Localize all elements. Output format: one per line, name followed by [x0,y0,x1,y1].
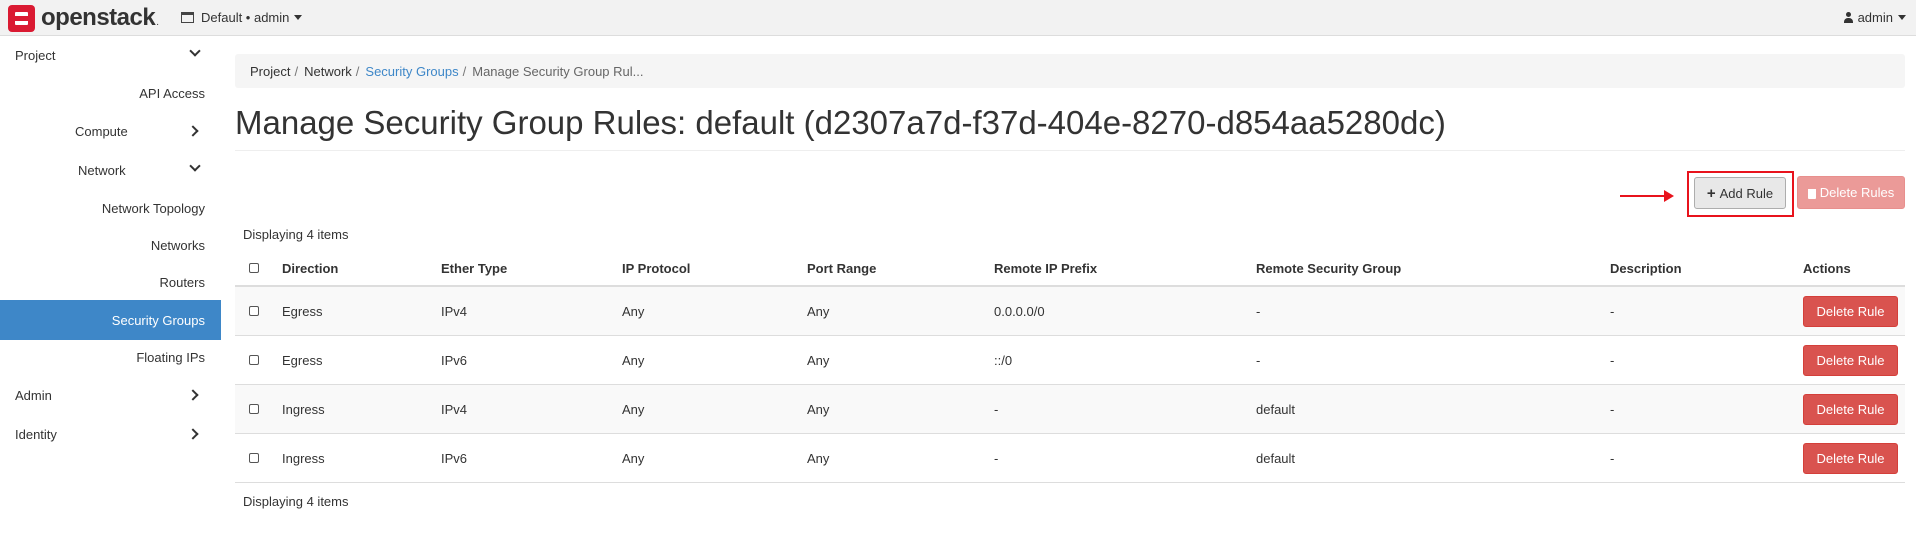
cell-remote-ip-prefix: - [994,450,999,466]
delete-rules-button[interactable]: Delete Rules [1797,176,1905,209]
project-switcher-label: Default • admin [201,10,290,25]
delete-rule-button[interactable]: Delete Rule [1803,393,1898,425]
sidebar: Project API Access Compute Network Netwo… [0,36,221,537]
add-rule-button[interactable]: + Add Rule [1694,177,1786,209]
delete-rule-button[interactable]: Delete Rule [1803,295,1898,327]
header-remote-ip-prefix[interactable]: Remote IP Prefix [994,251,1097,285]
plus-icon: + [1706,184,1716,202]
top-navbar: openstack . Default • admin admin [0,0,1916,36]
cell-ether-type: IPv4 [441,303,468,319]
rules-table: Direction Ether Type IP Protocol Port Ra… [235,251,1905,483]
cell-direction: Egress [282,352,323,368]
page-title: Manage Security Group Rules: default (d2… [235,104,1446,141]
sidebar-item-api-access[interactable]: API Access [0,74,221,112]
header-port-range[interactable]: Port Range [807,251,876,285]
breadcrumb-current: Manage Security Group Rul... [472,63,644,79]
table-row: Egress IPv6 Any Any ::/0 - - Delete Rule [235,336,1905,385]
sidebar-item-admin[interactable]: Admin [0,376,221,414]
user-icon [1843,12,1853,23]
sidebar-item-network-topology[interactable]: Network Topology [0,189,221,227]
breadcrumb-project: Project [250,63,291,79]
table-header: Direction Ether Type IP Protocol Port Ra… [235,251,1905,287]
header-ip-protocol[interactable]: IP Protocol [622,251,690,285]
cell-ip-protocol: Any [622,401,645,417]
cell-direction: Ingress [282,401,325,417]
cell-remote-security-group: default [1256,401,1296,417]
items-count-top: Displaying 4 items [243,227,349,242]
caret-down-icon [294,15,303,20]
header-ether-type[interactable]: Ether Type [441,251,507,285]
cell-direction: Ingress [282,450,325,466]
breadcrumb: Project / Network / Security Groups / Ma… [235,54,1905,88]
project-switcher[interactable]: Default • admin [181,10,303,25]
user-menu[interactable]: admin [1843,10,1906,25]
chevron-down-icon [189,160,201,172]
chevron-right-icon [187,428,199,440]
breadcrumb-network: Network [304,63,352,79]
cell-remote-security-group: default [1256,450,1296,466]
cell-ether-type: IPv6 [441,450,468,466]
trash-icon [1807,188,1816,199]
table-row: Ingress IPv4 Any Any - default - Delete … [235,385,1905,434]
header-direction[interactable]: Direction [282,251,338,285]
items-count-bottom: Displaying 4 items [243,494,349,509]
sidebar-item-floating-ips[interactable]: Floating IPs [0,338,221,376]
cell-ether-type: IPv6 [441,352,468,368]
breadcrumb-security-groups-link[interactable]: Security Groups [365,64,458,79]
row-checkbox[interactable] [249,355,259,365]
chevron-right-icon [187,389,199,401]
cell-port-range: Any [807,401,830,417]
cell-description: - [1610,303,1615,319]
brand-name: openstack [41,4,156,31]
cell-description: - [1610,450,1615,466]
delete-rule-button[interactable]: Delete Rule [1803,344,1898,376]
header-remote-security-group[interactable]: Remote Security Group [1256,251,1401,285]
cell-remote-ip-prefix: ::/0 [994,352,1013,368]
cell-ip-protocol: Any [622,450,645,466]
cell-port-range: Any [807,303,830,319]
row-checkbox[interactable] [249,306,259,316]
cell-remote-ip-prefix: 0.0.0.0/0 [994,303,1045,319]
table-row: Egress IPv4 Any Any 0.0.0.0/0 - - Delete… [235,287,1905,336]
sidebar-item-networks[interactable]: Networks [0,226,221,264]
openstack-logo[interactable]: openstack . [8,4,159,32]
sidebar-item-routers[interactable]: Routers [0,263,221,301]
caret-down-icon [1898,15,1906,20]
header-actions: Actions [1803,260,1851,276]
cell-description: - [1610,352,1615,368]
cell-port-range: Any [807,450,830,466]
row-checkbox[interactable] [249,404,259,414]
chevron-right-icon [187,125,199,137]
cell-remote-ip-prefix: - [994,401,999,417]
sidebar-item-compute[interactable]: Compute [0,112,221,150]
header-description[interactable]: Description [1610,251,1682,285]
select-all-checkbox[interactable] [249,263,259,273]
sidebar-item-network[interactable]: Network [0,151,221,189]
table-row: Ingress IPv6 Any Any - default - Delete … [235,434,1905,483]
cell-ip-protocol: Any [622,303,645,319]
cell-ether-type: IPv4 [441,401,468,417]
cell-ip-protocol: Any [622,352,645,368]
openstack-logo-icon [8,4,35,32]
row-checkbox[interactable] [249,453,259,463]
title-divider [235,150,1905,151]
cell-remote-security-group: - [1256,303,1261,319]
project-icon [181,12,194,23]
chevron-down-icon [189,45,201,57]
user-name: admin [1857,10,1893,25]
cell-description: - [1610,401,1615,417]
sidebar-item-identity[interactable]: Identity [0,415,221,453]
sidebar-item-project[interactable]: Project [0,36,221,74]
cell-port-range: Any [807,352,830,368]
delete-rule-button[interactable]: Delete Rule [1803,442,1898,474]
cell-direction: Egress [282,303,323,319]
annotation-arrow-icon [1620,190,1674,202]
sidebar-item-security-groups[interactable]: Security Groups [0,300,221,340]
cell-remote-security-group: - [1256,352,1261,368]
